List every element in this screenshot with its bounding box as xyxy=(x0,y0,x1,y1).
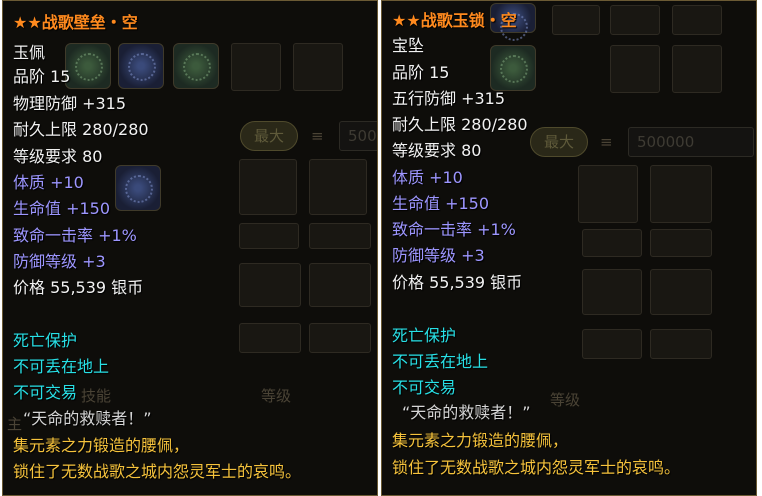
binding-rule: 死亡保护 xyxy=(392,326,457,345)
item-lore: 锁住了无数战歌之城内怨灵军士的哀鸣。 xyxy=(13,462,302,481)
item-tooltip-left: 最大 ≡ 500 技能 等级 主 ★★战歌壁垒・空 玉佩 品阶 15 物理防御 … xyxy=(2,0,378,496)
item-lore: 集元素之力锻造的腰佩， xyxy=(392,431,569,450)
binding-rule: 不可丢在地上 xyxy=(392,352,489,371)
item-quote: “天命的救赎者！” xyxy=(402,403,531,422)
item-lore: 集元素之力锻造的腰佩， xyxy=(13,436,190,455)
bonus-stat: 生命值 +150 xyxy=(13,199,111,218)
binding-rule: 不可交易 xyxy=(392,378,457,397)
item-durability: 耐久上限 280/280 xyxy=(13,120,149,139)
item-title: ★★战歌玉锁・空 xyxy=(392,11,517,30)
item-slot-type: 玉佩 xyxy=(13,43,46,62)
bonus-stat: 防御等级 +3 xyxy=(13,252,106,271)
item-price: 价格 55,539 银币 xyxy=(392,273,523,292)
bonus-stat: 体质 +10 xyxy=(13,173,84,192)
binding-rule: 死亡保护 xyxy=(13,331,78,350)
item-level-requirement: 等级要求 80 xyxy=(13,147,103,166)
bonus-stat: 体质 +10 xyxy=(392,168,463,187)
item-level-requirement: 等级要求 80 xyxy=(392,141,482,160)
item-grade: 品阶 15 xyxy=(392,63,450,82)
item-main-stat: 五行防御 +315 xyxy=(392,89,506,108)
item-main-stat: 物理防御 +315 xyxy=(13,94,127,113)
item-title: ★★战歌壁垒・空 xyxy=(13,13,138,32)
tooltip-content: ★★战歌壁垒・空 玉佩 品阶 15 物理防御 +315 耐久上限 280/280… xyxy=(3,1,377,495)
item-lore: 锁住了无数战歌之城内怨灵军士的哀鸣。 xyxy=(392,458,681,477)
bonus-stat: 致命一击率 +1% xyxy=(392,220,516,239)
bonus-stat: 生命值 +150 xyxy=(392,194,490,213)
item-grade: 品阶 15 xyxy=(13,67,71,86)
binding-rule: 不可交易 xyxy=(13,383,78,402)
bonus-stat: 防御等级 +3 xyxy=(392,246,485,265)
tooltip-content: ★★战歌玉锁・空 宝坠 品阶 15 五行防御 +315 耐久上限 280/280… xyxy=(382,1,756,495)
item-price: 价格 55,539 银币 xyxy=(13,278,144,297)
binding-rule: 不可丢在地上 xyxy=(13,357,110,376)
item-quote: “天命的救赎者！” xyxy=(23,409,152,428)
item-slot-type: 宝坠 xyxy=(392,36,425,55)
item-durability: 耐久上限 280/280 xyxy=(392,115,528,134)
bonus-stat: 致命一击率 +1% xyxy=(13,226,137,245)
item-tooltip-right: 最大 ≡ 500000 等级 ★★战歌玉锁・空 宝坠 品阶 15 五行防御 +3… xyxy=(381,0,757,496)
